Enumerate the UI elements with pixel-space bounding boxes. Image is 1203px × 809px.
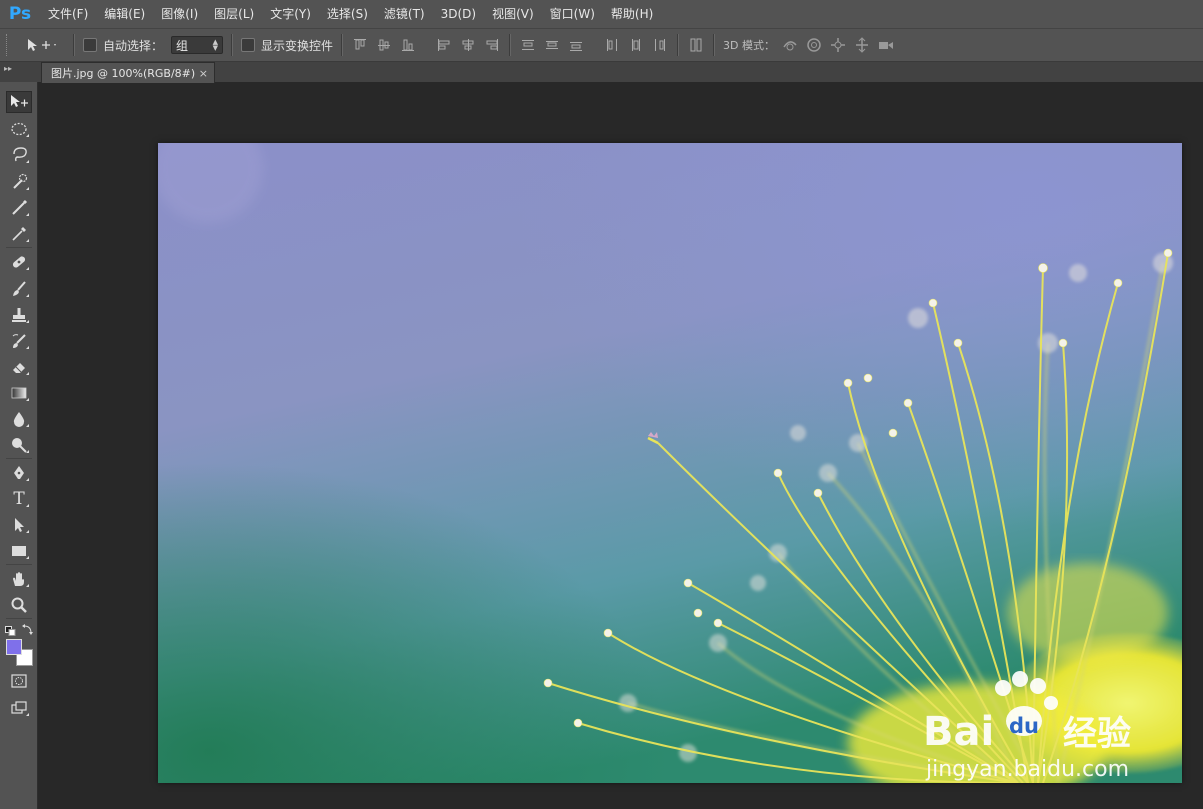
watermark-brand-cn: 经验 (1063, 714, 1131, 754)
menu-filter[interactable]: 滤镜(T) (376, 0, 433, 28)
rectangle-tool-button[interactable] (6, 540, 32, 562)
hand-tool-button[interactable] (6, 568, 32, 590)
align-top-icon[interactable] (351, 36, 369, 54)
clone-stamp-tool-button[interactable] (6, 304, 32, 326)
auto-select-value: 组 (176, 38, 189, 53)
swap-colors-icon[interactable] (22, 620, 34, 639)
distribute-left-icon[interactable] (603, 36, 621, 54)
distribute-top-icon[interactable] (519, 36, 537, 54)
document-tab[interactable]: 图片.jpg @ 100%(RGB/8#) × (41, 62, 215, 83)
quick-mask-button[interactable] (6, 670, 32, 692)
menu-type[interactable]: 文字(Y) (262, 0, 319, 28)
path-selection-tool-button[interactable] (6, 514, 32, 536)
dodge-tool-button[interactable] (6, 434, 32, 456)
separator (6, 618, 32, 619)
align-buttons (351, 36, 501, 54)
separator (73, 34, 75, 56)
move-tool-icon (28, 39, 56, 51)
zoom-tool-button[interactable] (6, 594, 32, 616)
auto-align-layers-icon[interactable] (687, 36, 705, 54)
default-colors-icon[interactable] (5, 621, 17, 640)
3d-mode-label: 3D 模式： (723, 39, 775, 52)
distribute-hcenter-icon[interactable] (627, 36, 645, 54)
separator (341, 34, 344, 56)
separator (677, 34, 680, 56)
align-right-icon[interactable] (483, 36, 501, 54)
photoshop-logo: Ps (8, 4, 32, 24)
watermark-brand-du: du (1009, 714, 1039, 738)
screen-mode-button[interactable] (6, 697, 32, 719)
auto-select-label: 自动选择： (103, 38, 164, 53)
menu-select[interactable]: 选择(S) (319, 0, 376, 28)
close-tab-icon[interactable]: × (199, 67, 208, 80)
separator (6, 564, 32, 565)
flower-photo: Bai du 经验 jingyan.baidu.com (158, 143, 1182, 783)
history-brush-tool-button[interactable] (6, 330, 32, 352)
menu-bar: Ps 文件(F) 编辑(E) 图像(I) 图层(L) 文字(Y) 选择(S) 滤… (0, 0, 1203, 28)
eraser-tool-button[interactable] (6, 356, 32, 378)
separator (713, 34, 716, 56)
gradient-tool-button[interactable] (6, 382, 32, 404)
options-bar-grip[interactable] (6, 34, 13, 56)
align-bottom-icon[interactable] (399, 36, 417, 54)
type-icon: T (13, 489, 25, 509)
move-tool-icon (11, 95, 28, 107)
toolbox: T (0, 82, 38, 809)
menu-layer[interactable]: 图层(L) (206, 0, 262, 28)
3d-mode-buttons (781, 36, 895, 54)
distribute-bottom-icon[interactable] (567, 36, 585, 54)
watermark-url: jingyan.baidu.com (925, 757, 1129, 782)
menu-file[interactable]: 文件(F) (40, 0, 96, 28)
menu-view[interactable]: 视图(V) (484, 0, 542, 28)
distribute-vcenter-icon[interactable] (543, 36, 561, 54)
elliptical-marquee-tool-button[interactable] (6, 118, 32, 140)
pen-tool-button[interactable] (6, 462, 32, 484)
align-left-icon[interactable] (435, 36, 453, 54)
show-transform-checkbox[interactable] (241, 38, 256, 52)
distribute-buttons (519, 36, 669, 54)
options-bar: 自动选择： 组 ▲ ▼ 显示变换控件 3D 模式： (0, 28, 1203, 62)
menu-edit[interactable]: 编辑(E) (96, 0, 153, 28)
quick-selection-tool-button[interactable] (6, 171, 32, 193)
align-vcenter-icon[interactable] (375, 36, 393, 54)
zoom-icon (11, 597, 27, 613)
menu-3d[interactable]: 3D(D) (433, 0, 484, 28)
document-image[interactable]: Bai du 经验 jingyan.baidu.com (158, 143, 1182, 783)
3d-slide-icon[interactable] (853, 36, 871, 54)
3d-pan-icon[interactable] (829, 36, 847, 54)
quick-mask-icon (11, 674, 27, 688)
menu-help[interactable]: 帮助(H) (603, 0, 661, 28)
menu-image[interactable]: 图像(I) (153, 0, 206, 28)
lasso-tool-button[interactable] (6, 144, 32, 166)
brush-tool-button[interactable] (6, 278, 32, 300)
auto-select-dropdown[interactable]: 组 ▲ ▼ (171, 36, 224, 54)
document-tab-title: 图片.jpg @ 100%(RGB/8#) (51, 67, 196, 80)
3d-scale-camera-icon[interactable] (877, 36, 895, 54)
blur-tool-button[interactable] (6, 408, 32, 430)
separator (6, 458, 32, 459)
move-tool-button[interactable] (6, 91, 32, 113)
separator (509, 34, 512, 56)
show-transform-label: 显示变换控件 (261, 38, 334, 53)
menu-window[interactable]: 窗口(W) (542, 0, 603, 28)
3d-rotate-icon[interactable] (781, 36, 799, 54)
foreground-color-swatch[interactable] (6, 639, 22, 655)
updown-arrows-icon: ▲ ▼ (212, 38, 219, 52)
3d-roll-icon[interactable] (805, 36, 823, 54)
crop-tool-button[interactable] (6, 197, 32, 219)
separator (231, 34, 234, 56)
distribute-right-icon[interactable] (651, 36, 669, 54)
tool-preset-picker[interactable] (25, 37, 65, 53)
auto-select-checkbox[interactable] (83, 38, 97, 52)
spot-healing-tool-button[interactable] (6, 251, 32, 273)
watermark-brand-latin: Bai (923, 709, 994, 755)
type-tool-button[interactable]: T (6, 488, 32, 510)
align-hcenter-icon[interactable] (459, 36, 477, 54)
expand-panel-icon[interactable]: ▸▸ (4, 64, 12, 73)
eyedropper-tool-button[interactable] (6, 223, 32, 245)
separator (6, 247, 32, 248)
